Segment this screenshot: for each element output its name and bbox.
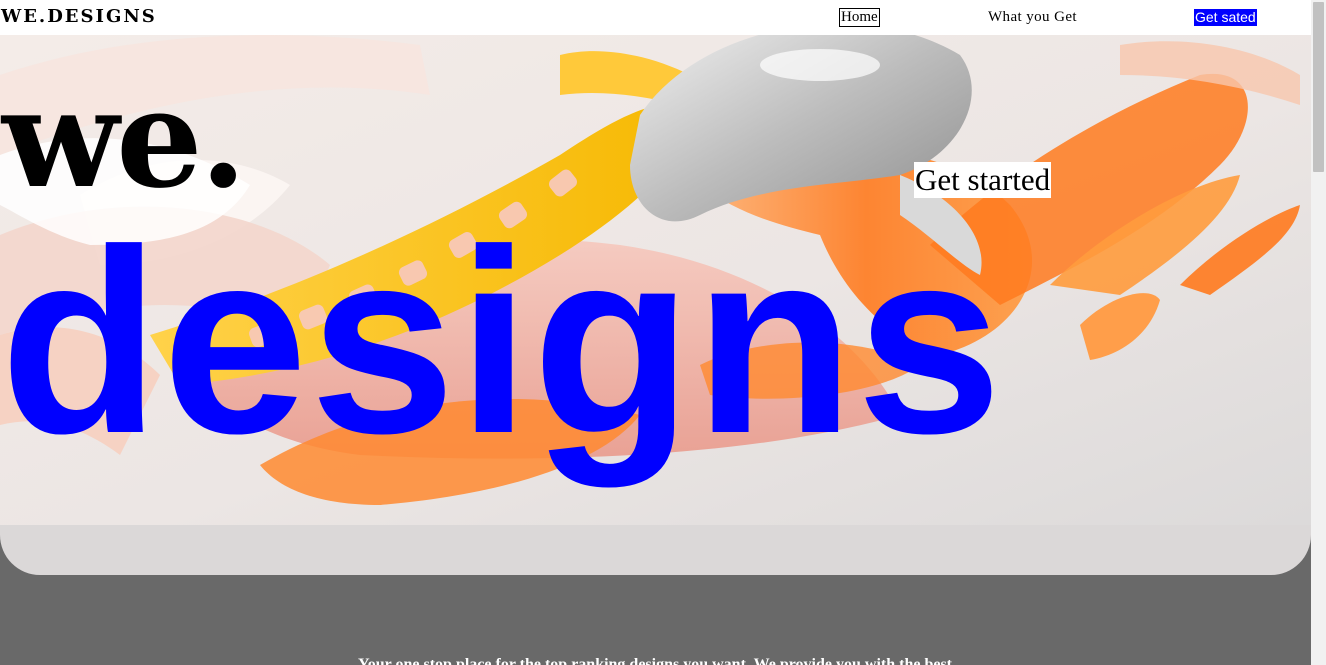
intro-text: Your one stop place for the top ranking … [358,656,952,665]
nav-link-get-sated[interactable]: Get sated [1194,9,1257,26]
nav-link-what-you-get[interactable]: What you Get [988,9,1077,26]
hero-section: we. designs Get started [0,35,1311,575]
get-started-button[interactable]: Get started [914,162,1052,198]
top-navigation: WE.DESIGNS Home What you Get Get sated [0,0,1311,35]
hero-heading-designs: designs [0,195,1005,488]
hero-heading-we: we. [2,59,247,219]
scrollbar-thumb[interactable] [1313,2,1324,172]
nav-link-home[interactable]: Home [839,8,880,27]
page-scrollbar[interactable] [1311,0,1326,665]
brand-logo[interactable]: WE.DESIGNS [1,6,157,27]
